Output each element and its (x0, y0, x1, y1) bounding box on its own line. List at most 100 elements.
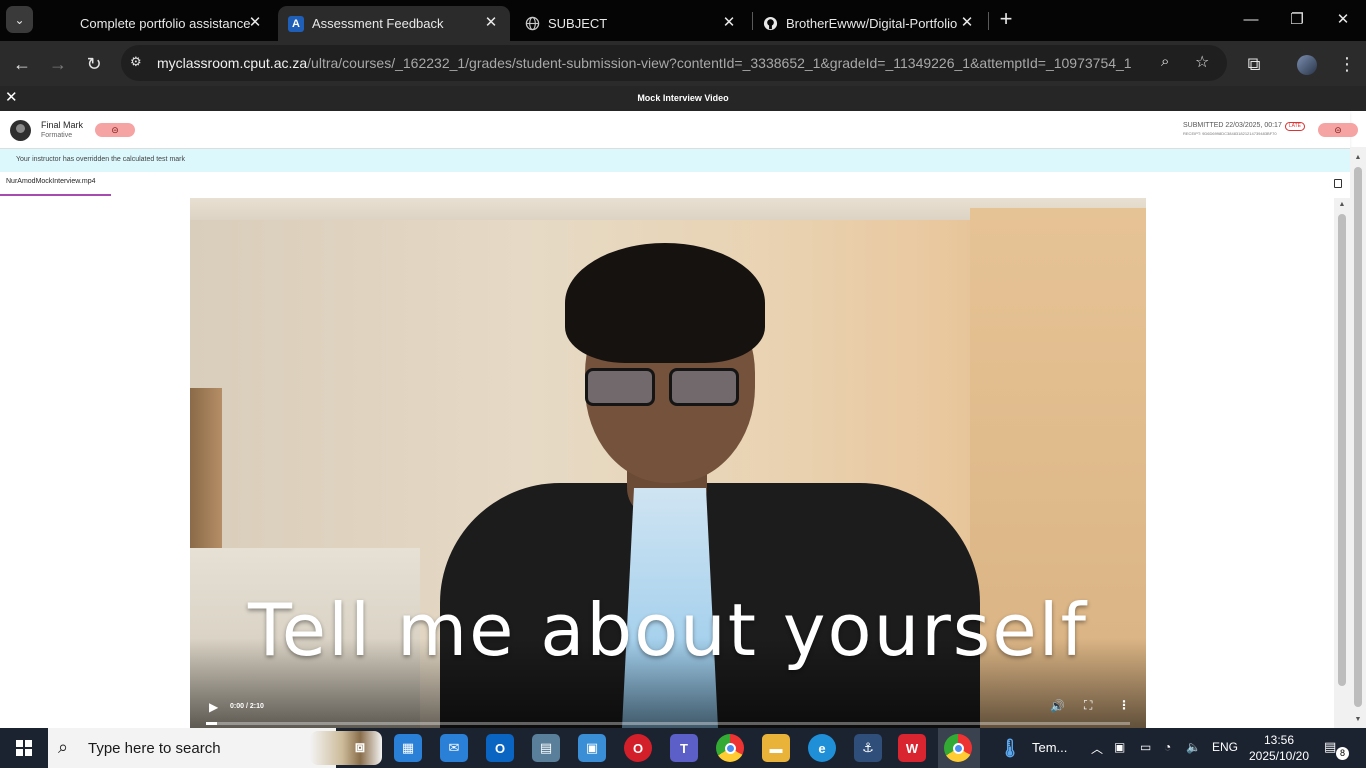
mail-icon[interactable]: ✉ (440, 734, 468, 762)
forward-arrow-icon[interactable]: → (45, 51, 71, 77)
opera-icon[interactable]: O (624, 734, 652, 762)
late-badge: LATE (1284, 122, 1305, 131)
weather-label[interactable]: Tem... (1032, 740, 1067, 755)
submitted-info: SUBMITTED 22/03/2025, 00:17 LATE (1183, 122, 1305, 131)
mark-status-pill[interactable]: ⊝ (95, 123, 135, 137)
site-settings-icon[interactable]: ⚙ (130, 54, 142, 70)
file-name: NurAmodMockInterview.mp4 (6, 178, 96, 185)
override-notice: Your instructor has overridden the calcu… (0, 149, 1350, 172)
github-icon (762, 16, 778, 32)
store-icon[interactable]: ▦ (394, 734, 422, 762)
notification-badge: 8 (1336, 747, 1349, 760)
teams-icon[interactable]: T (670, 734, 698, 762)
address-bar[interactable]: ⚙ myclassroom.cput.ac.za/ultra/courses/_… (121, 45, 1227, 81)
start-button[interactable] (0, 728, 48, 768)
inner-scroll-thumb[interactable] (1338, 214, 1346, 686)
download-icon[interactable] (1334, 179, 1342, 188)
fullscreen-icon[interactable]: ⛶ (1084, 698, 1092, 713)
play-icon[interactable]: ▶ (209, 700, 218, 714)
submission-page: Final Mark Formative ⊝ SUBMITTED 22/03/2… (0, 111, 1366, 728)
control-panel-icon[interactable]: ▣ (578, 734, 606, 762)
outlook-icon[interactable]: O (486, 734, 514, 762)
person-hair (565, 243, 765, 363)
taskbar-search-box[interactable]: ⌕ Type here to search (48, 728, 382, 768)
page-scrollbar[interactable]: ▲ ▼ (1350, 147, 1366, 728)
language-indicator[interactable]: ENG (1212, 740, 1238, 754)
tab-title: SUBJECT (548, 16, 608, 31)
profile-avatar[interactable] (1294, 51, 1320, 77)
zoom-icon[interactable]: ⌕ (1161, 53, 1169, 70)
blackboard-logo-icon: A (288, 15, 304, 32)
glasses (585, 368, 745, 408)
close-icon[interactable]: ✕ (720, 14, 738, 32)
tab-separator (988, 12, 989, 30)
back-arrow-icon[interactable]: ← (9, 51, 35, 77)
final-mark-label: Final Mark (41, 120, 84, 130)
inner-scrollbar[interactable]: ▲ (1334, 198, 1350, 728)
browser-toolbar: ← → ↻ ⚙ myclassroom.cput.ac.za/ultra/cou… (0, 41, 1366, 86)
chevron-down-icon: ⌄ (14, 12, 25, 27)
thermometer-icon[interactable]: 🌡 (996, 734, 1024, 762)
close-icon[interactable]: ✕ (246, 14, 264, 32)
windows-taskbar: ⌕ Type here to search ⧈ ▦ ✉ O ▤ ▣ O T ▬ … (0, 728, 1366, 768)
bookmark-star-icon[interactable]: ☆ (1195, 52, 1209, 72)
notice-text: Your instructor has overridden the calcu… (16, 156, 185, 163)
url-text[interactable]: myclassroom.cput.ac.za/ultra/courses/_16… (157, 55, 1132, 71)
wifi-icon[interactable]: ◔ (1164, 740, 1171, 754)
search-placeholder: Type here to search (88, 740, 221, 757)
tab-search-button[interactable]: ⌄ (6, 6, 33, 33)
file-explorer-icon[interactable]: ▬ (762, 734, 790, 762)
menu-kebab-icon[interactable]: ⋮ (1334, 51, 1360, 77)
device-icon[interactable]: ▣ (1114, 740, 1125, 754)
clock-date: 2025/10/20 (1248, 749, 1310, 763)
chevron-up-icon[interactable]: ︿ (1091, 740, 1103, 757)
battery-icon[interactable]: ▭ (1140, 740, 1151, 754)
wps-office-icon[interactable]: W (898, 734, 926, 762)
scroll-down-arrow-icon[interactable]: ▼ (1353, 715, 1363, 725)
page-scroll-thumb[interactable] (1354, 167, 1362, 707)
reload-icon[interactable]: ↻ (81, 51, 107, 77)
viewer-header: ✕ Mock Interview Video (0, 86, 1366, 111)
chrome-icon[interactable] (716, 734, 744, 762)
tab-github-digital-portfolio[interactable]: BrotherEwww/Digital-Portfolio ✕ (752, 6, 986, 41)
chrome-active-icon[interactable] (944, 734, 972, 762)
mark-header: Final Mark Formative ⊝ SUBMITTED 22/03/2… (0, 111, 1358, 149)
search-icon: ⌕ (58, 737, 69, 757)
globe-icon (524, 16, 540, 32)
file-tab[interactable]: NurAmodMockInterview.mp4 (0, 172, 111, 196)
submitted-date: SUBMITTED 22/03/2025, 00:17 (1183, 122, 1282, 129)
tab-subject[interactable]: SUBJECT ✕ (514, 6, 748, 41)
close-icon[interactable]: ✕ (958, 14, 976, 32)
video-time: 0:00 / 2:10 (230, 703, 264, 710)
task-view-icon[interactable]: ⧈ (346, 734, 374, 762)
status-pill-right[interactable]: ⊝ (1318, 123, 1358, 137)
clock-time: 13:56 (1263, 733, 1295, 747)
video-options-icon[interactable]: ⋮ (1118, 698, 1130, 712)
window-close-button[interactable]: ✕ (1328, 8, 1358, 32)
windows-logo-icon (16, 740, 32, 756)
edge-icon[interactable]: e (808, 734, 836, 762)
tab-assessment-feedback[interactable]: A Assessment Feedback ✕ (278, 6, 510, 41)
volume-icon[interactable]: 🔊 (1050, 699, 1065, 713)
mysql-workbench-icon[interactable]: ⚓ (854, 734, 882, 762)
notification-center-icon[interactable]: ▤ 8 (1324, 739, 1349, 760)
restore-button[interactable]: ❐ (1282, 8, 1312, 32)
video-player[interactable]: Tell me about yourself ▶ 0:00 / 2:10 🔊 ⛶… (190, 198, 1146, 728)
url-path: /ultra/courses/_162232_1/grades/student-… (307, 55, 1132, 71)
clock[interactable]: 13:56 2025/10/20 (1248, 732, 1310, 764)
video-progress-bar[interactable] (206, 722, 1130, 725)
scroll-up-arrow-icon[interactable]: ▲ (1337, 200, 1347, 210)
scroll-up-arrow-icon[interactable]: ▲ (1353, 153, 1363, 163)
screen: ⌄ Complete portfolio assistance ✕ A Asse… (0, 0, 1366, 768)
new-tab-button[interactable]: + (994, 8, 1018, 32)
speaker-icon[interactable]: 🔈 (1186, 740, 1201, 754)
avatar (10, 120, 31, 141)
tab-complete-portfolio[interactable]: Complete portfolio assistance ✕ (46, 6, 274, 41)
minimize-button[interactable]: — (1236, 8, 1266, 32)
close-icon[interactable]: ✕ (482, 14, 500, 32)
explorer-tool-icon[interactable]: ▤ (532, 734, 560, 762)
url-host: myclassroom.cput.ac.za (157, 55, 308, 71)
tab-title: BrotherEwww/Digital-Portfolio (786, 16, 958, 31)
tab-title: Complete portfolio assistance (80, 16, 251, 31)
extensions-icon[interactable]: ⧉ (1241, 51, 1267, 77)
